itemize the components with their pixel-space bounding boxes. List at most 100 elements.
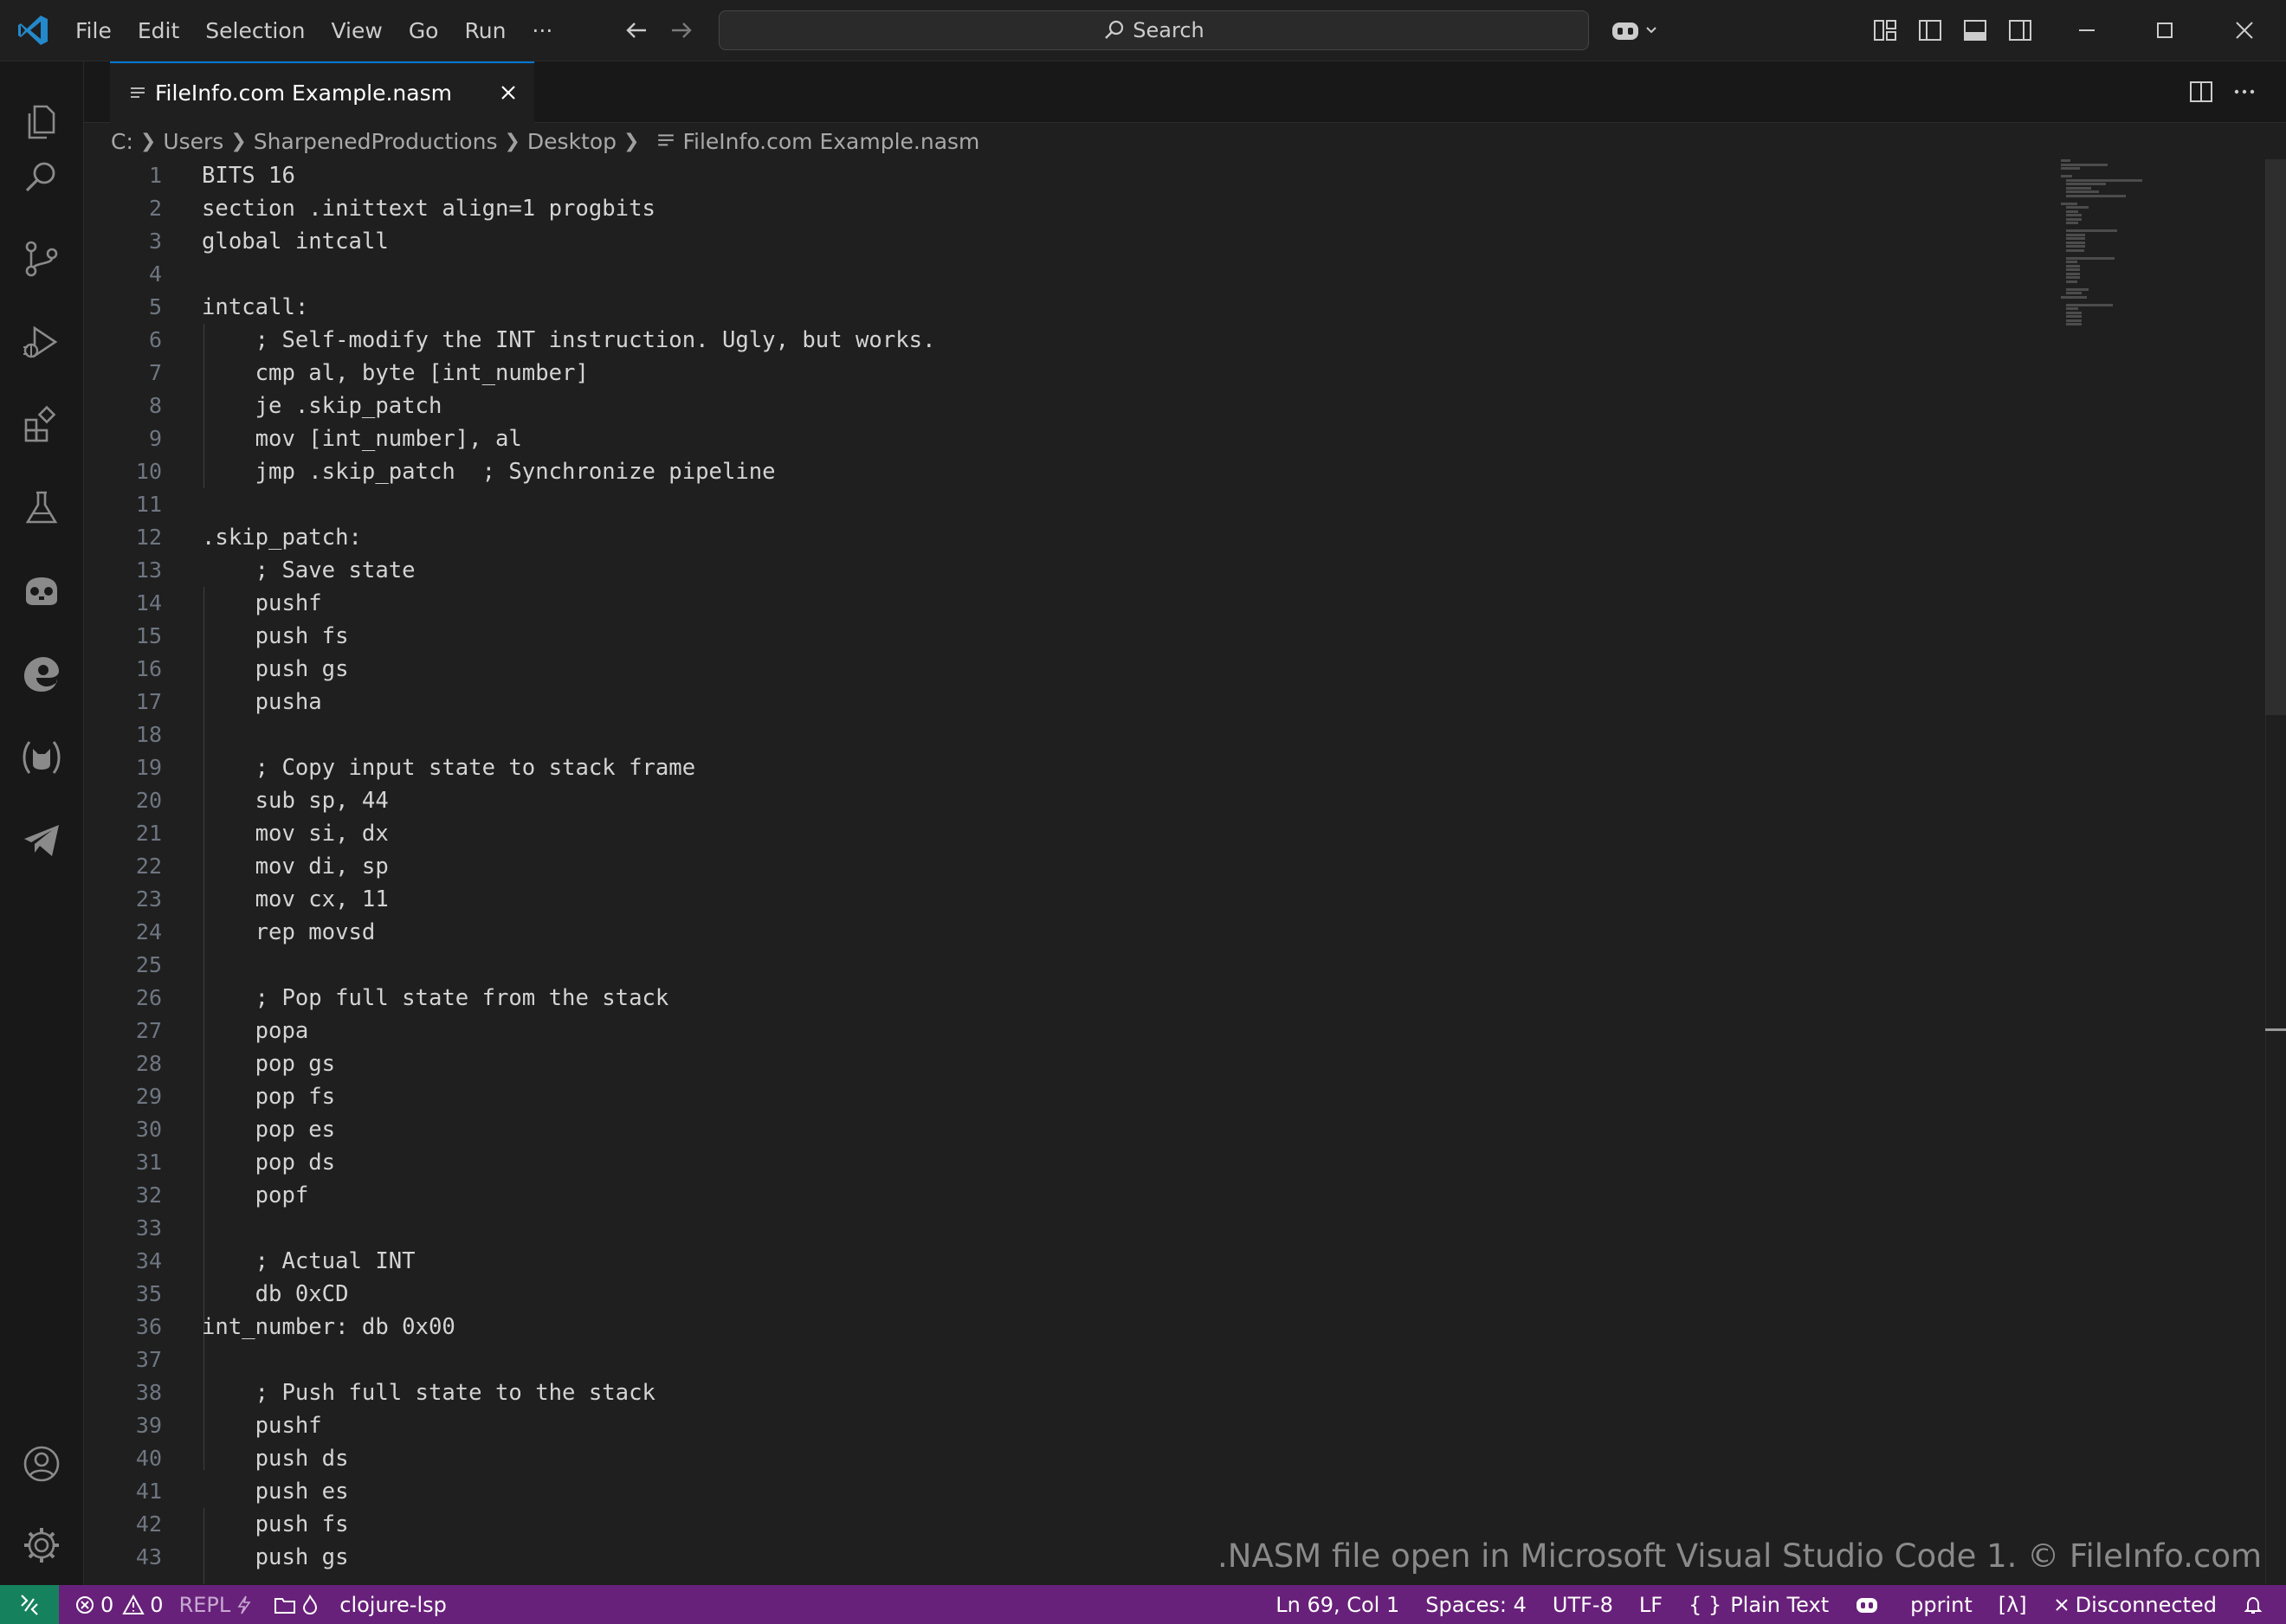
code-line[interactable]: cmp al, byte [int_number] [202,357,935,390]
command-center-search[interactable]: Search [719,10,1589,50]
code-line[interactable]: ; Actual INT [202,1245,935,1278]
code-line[interactable]: .skip_patch: [202,521,935,554]
code-line[interactable]: sub sp, 44 [202,784,935,817]
code-line[interactable]: popf [202,1179,935,1212]
code-line[interactable]: popa [202,1015,935,1047]
pprint-toggle[interactable]: pprint [1910,1593,1973,1617]
code-line[interactable]: pop ds [202,1146,935,1179]
code-line[interactable]: push fs [202,620,935,653]
end-of-line[interactable]: LF [1639,1593,1663,1617]
lambda-status[interactable]: [λ] [1999,1593,2027,1617]
code-line[interactable]: int_number: db 0x00 [202,1311,935,1344]
code-line[interactable]: intcall: [202,291,935,324]
scrollbar-thumb[interactable] [2265,159,2286,715]
minimize-icon[interactable] [2074,17,2100,43]
back-arrow-icon[interactable] [622,16,651,45]
menu-more[interactable]: ··· [532,18,552,43]
indentation[interactable]: Spaces: 4 [1425,1593,1527,1617]
code-line[interactable] [202,1344,935,1376]
code-line[interactable]: BITS 16 [202,159,935,192]
tab-fileinfo-example[interactable]: FileInfo.com Example.nasm [110,61,534,123]
maximize-icon[interactable] [2152,17,2178,43]
code-line[interactable]: push gs [202,1541,935,1574]
breadcrumb-users[interactable]: Users [163,129,223,154]
code-line[interactable]: section .inittext align=1 progbits [202,192,935,225]
code-line[interactable]: push fs [202,1508,935,1541]
code-line[interactable]: rep movsd [202,916,935,949]
close-window-icon[interactable] [2231,17,2257,43]
code-line[interactable]: mov si, dx [202,817,935,850]
code-editor[interactable]: 1 2 3 4 5 6 7 8 9 10 11 12 13 14 15 16 17 18 19 20 21 22 23 24 2… [84,159,2286,1584]
menu-go[interactable]: Go [409,18,439,43]
code-line[interactable] [202,1212,935,1245]
minimap[interactable] [2061,159,2165,402]
toggle-secondary-sidebar-icon[interactable] [2007,17,2033,43]
code-line[interactable]: mov cx, 11 [202,883,935,916]
customize-layout-icon[interactable] [1872,17,1898,43]
source-control-icon[interactable] [21,238,62,280]
search-view-icon[interactable] [21,157,62,198]
accounts-icon[interactable] [21,1443,62,1485]
code-line[interactable]: je .skip_patch [202,390,935,422]
copilot-icon[interactable] [1611,17,1663,43]
menu-view[interactable]: View [331,18,382,43]
code-line[interactable] [202,719,935,751]
edge-browser-icon[interactable] [21,654,62,695]
encoding[interactable]: UTF-8 [1553,1593,1613,1617]
code-line[interactable]: push ds [202,1442,935,1475]
toggle-primary-sidebar-icon[interactable] [1917,17,1943,43]
breadcrumb-user[interactable]: SharpenedProductions [254,129,498,154]
menu-selection[interactable]: Selection [205,18,305,43]
toggle-panel-icon[interactable] [1962,17,1988,43]
code-line[interactable]: ; Copy input state to stack frame [202,751,935,784]
copilot-status[interactable] [1855,1595,1884,1615]
problems-indicator[interactable]: 0 0 [74,1593,164,1617]
code-line[interactable]: ; Save state [202,554,935,587]
code-line[interactable]: mov [int_number], al [202,422,935,455]
breadcrumb-file[interactable]: FileInfo.com Example.nasm [682,129,979,154]
code-line[interactable]: push es [202,1475,935,1508]
telegram-icon[interactable] [21,820,62,861]
lsp-indicator[interactable]: clojure-lsp [274,1593,447,1617]
code-line[interactable]: pop fs [202,1080,935,1113]
code-lines[interactable]: BITS 16 section .inittext align=1 progbit… [202,159,935,1574]
manage-gear-icon[interactable] [21,1524,62,1566]
remote-indicator[interactable] [0,1585,59,1624]
explorer-icon[interactable] [21,101,62,143]
code-line[interactable]: global intcall [202,225,935,258]
menu-run[interactable]: Run [464,18,506,43]
code-line[interactable]: mov di, sp [202,850,935,883]
code-line[interactable]: ; Self-modify the INT instruction. Ugly,… [202,324,936,357]
cursor-position[interactable]: Ln 69, Col 1 [1275,1593,1399,1617]
code-line[interactable]: db 0xCD [202,1278,935,1311]
breadcrumb-desktop[interactable]: Desktop [527,129,617,154]
repl-indicator[interactable]: REPL [179,1593,259,1617]
menu-edit[interactable]: Edit [138,18,179,43]
language-mode[interactable]: { } Plain Text [1689,1593,1829,1617]
vscode-logo-icon[interactable] [16,13,50,48]
menu-file[interactable]: File [75,18,112,43]
testing-flask-icon[interactable] [21,487,62,529]
code-line[interactable] [202,488,935,521]
forward-arrow-icon[interactable] [667,16,696,45]
code-line[interactable]: pushf [202,1409,935,1442]
code-line[interactable]: pop gs [202,1047,935,1080]
connection-status[interactable]: Disconnected [2053,1593,2217,1617]
godot-icon[interactable] [21,570,62,612]
calva-icon[interactable] [21,737,62,778]
code-line[interactable]: jmp .skip_patch ; Synchronize pipeline [202,455,935,488]
code-line[interactable]: pusha [202,686,935,719]
notifications-bell[interactable] [2243,1595,2269,1615]
more-actions-icon[interactable] [2231,79,2257,105]
split-editor-icon[interactable] [2188,79,2214,105]
close-tab-icon[interactable] [496,81,520,105]
code-line[interactable]: ; Pop full state from the stack [202,982,935,1015]
extensions-icon[interactable] [21,404,62,446]
breadcrumb-drive[interactable]: C: [111,129,133,154]
code-line[interactable]: pop es [202,1113,935,1146]
code-line[interactable]: ; Push full state to the stack [202,1376,935,1409]
code-line[interactable] [202,258,935,291]
code-line[interactable]: pushf [202,587,935,620]
run-debug-icon[interactable] [21,321,62,363]
code-line[interactable]: push gs [202,653,935,686]
